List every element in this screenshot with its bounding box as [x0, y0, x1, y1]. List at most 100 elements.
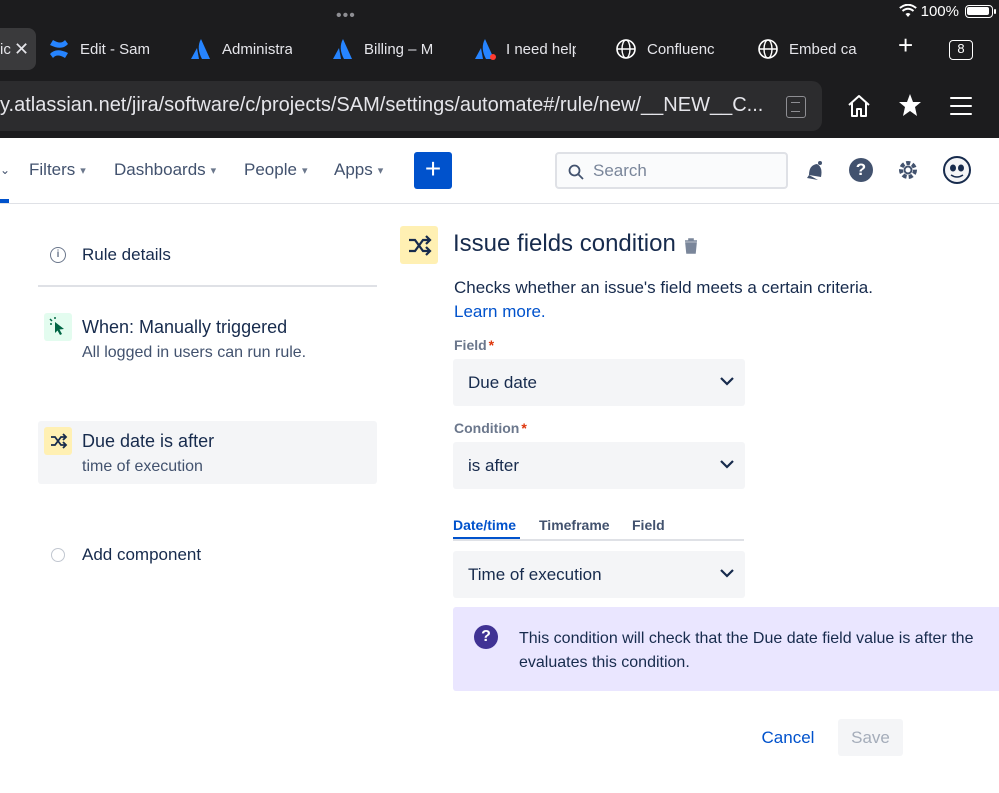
- panel-condition-badge: [400, 226, 438, 264]
- chevron-down-icon: [720, 377, 734, 386]
- reader-mode-icon[interactable]: [786, 96, 806, 118]
- chevron-down-icon: ▾: [301, 164, 308, 177]
- panel-description: Checks whether an issue's field meets a …: [454, 278, 873, 297]
- avatar[interactable]: [943, 156, 971, 184]
- nav-item-label: Dashboards: [114, 160, 206, 179]
- chevron-down-icon[interactable]: ⌄: [0, 163, 10, 177]
- field-select[interactable]: Due date: [453, 359, 745, 406]
- search-input[interactable]: [593, 161, 773, 181]
- hamburger-menu-icon[interactable]: [950, 97, 972, 121]
- info-line-1: This condition will check that the Due d…: [519, 630, 974, 647]
- info-message-text: This condition will check that the Due d…: [519, 627, 999, 675]
- active-tab-underline: [453, 537, 520, 539]
- manual-trigger-badge: [44, 313, 72, 341]
- avatar-face-icon: [950, 164, 964, 178]
- condition-select[interactable]: is after: [453, 442, 745, 489]
- browser-tab[interactable]: Edit - Sam: [48, 28, 150, 70]
- tab-label: Embed ca: [789, 40, 857, 58]
- close-icon[interactable]: ✕: [14, 39, 29, 60]
- tab-label: I need help: [506, 40, 576, 58]
- divider: [38, 285, 377, 287]
- rule-details-item[interactable]: i Rule details: [50, 245, 171, 265]
- condition-subtitle: time of execution: [82, 458, 203, 475]
- panel-title: Issue fields condition: [453, 230, 676, 257]
- chevron-down-icon: ▾: [80, 164, 86, 177]
- search-box[interactable]: [555, 152, 788, 189]
- tab-label: Administra: [222, 40, 292, 58]
- chevron-down-icon: ▾: [210, 164, 217, 177]
- shuffle-icon: [51, 433, 68, 449]
- tab-label: Edit - Sam: [80, 40, 150, 58]
- wifi-icon: [899, 4, 917, 17]
- chevron-down-icon: ▾: [377, 164, 384, 177]
- nav-item-people[interactable]: People ▾: [244, 160, 307, 180]
- tab-datetime[interactable]: Date/time: [453, 517, 516, 533]
- atlassian-icon: [333, 39, 352, 59]
- required-marker: *: [521, 420, 527, 436]
- condition-label-text: Condition: [454, 420, 520, 436]
- battery-icon: [965, 5, 996, 18]
- globe-icon: [758, 39, 778, 59]
- condition-badge: [44, 427, 72, 455]
- confluence-icon: [50, 40, 68, 58]
- multitasking-dots[interactable]: •••: [336, 7, 356, 25]
- bookmark-star-icon[interactable]: [897, 92, 923, 118]
- add-component-link[interactable]: Add component: [82, 545, 201, 565]
- nav-item-label: Apps: [334, 160, 373, 179]
- browser-tab[interactable]: Administra: [190, 28, 292, 70]
- chevron-down-icon: [720, 460, 734, 469]
- datetime-select[interactable]: Time of execution: [453, 551, 745, 598]
- notifications-bell-icon[interactable]: [803, 159, 827, 183]
- nav-item-dashboards[interactable]: Dashboards ▾: [114, 160, 216, 180]
- cursor-click-icon: [49, 317, 64, 335]
- trigger-title[interactable]: When: Manually triggered: [82, 317, 287, 338]
- value-type-tabs: Date/time Timeframe Field: [453, 515, 744, 541]
- nav-item-label: Filters: [29, 160, 76, 179]
- trash-icon[interactable]: [683, 237, 699, 255]
- condition-title[interactable]: Due date is after: [82, 431, 214, 452]
- datetime-select-value: Time of execution: [468, 565, 602, 584]
- browser-tab[interactable]: Embed ca: [757, 28, 857, 70]
- tab-label: Billing – M: [364, 40, 434, 58]
- atlassian-icon: [475, 39, 496, 60]
- info-icon: i: [50, 247, 66, 263]
- question-icon: ?: [474, 625, 498, 649]
- battery-percent: 100%: [920, 3, 959, 20]
- field-label-text: Field: [454, 337, 487, 353]
- browser-tab[interactable]: Confluenc: [615, 28, 717, 70]
- cancel-button[interactable]: Cancel: [752, 719, 824, 756]
- browser-tab[interactable]: I need help: [474, 28, 576, 70]
- url-text[interactable]: y.atlassian.net/jira/software/c/projects…: [0, 94, 762, 117]
- field-select-value: Due date: [468, 373, 537, 392]
- tab-count-button[interactable]: 8: [949, 40, 973, 60]
- create-button[interactable]: +: [414, 152, 452, 189]
- browser-chrome: ••• 100% ic ✕ Edit - Sam Administra Bill…: [0, 0, 999, 138]
- tab-field[interactable]: Field: [632, 517, 665, 533]
- nav-item-apps[interactable]: Apps ▾: [334, 160, 383, 180]
- browser-tab[interactable]: Billing – M: [332, 28, 434, 70]
- tab-label: Confluenc: [647, 40, 715, 58]
- field-label: Field *: [454, 337, 494, 353]
- nav-item-filters[interactable]: Filters ▾: [29, 160, 86, 180]
- address-bar[interactable]: y.atlassian.net/jira/software/c/projects…: [0, 81, 822, 131]
- tab-label: ic: [0, 40, 11, 58]
- add-component-dot-icon: [51, 548, 65, 562]
- shuffle-icon: [409, 235, 432, 256]
- help-icon[interactable]: ?: [849, 158, 873, 182]
- condition-select-value: is after: [468, 456, 520, 475]
- home-icon[interactable]: [846, 93, 872, 119]
- nav-item-label: People: [244, 160, 297, 179]
- tab-timeframe[interactable]: Timeframe: [539, 517, 610, 533]
- learn-more-link[interactable]: Learn more.: [454, 302, 546, 322]
- search-icon: [568, 164, 584, 180]
- new-tab-button[interactable]: +: [898, 30, 913, 61]
- condition-label: Condition *: [454, 420, 527, 436]
- browser-tab-strip: ic ✕ Edit - Sam Administra Billing – M I…: [0, 28, 999, 70]
- browser-tab-active[interactable]: ic ✕: [0, 28, 36, 70]
- globe-icon: [616, 39, 636, 59]
- rule-details-label: Rule details: [82, 245, 171, 264]
- gear-icon[interactable]: [896, 158, 920, 182]
- required-marker: *: [488, 337, 495, 353]
- status-bar: ••• 100%: [0, 0, 999, 24]
- save-button[interactable]: Save: [838, 719, 903, 756]
